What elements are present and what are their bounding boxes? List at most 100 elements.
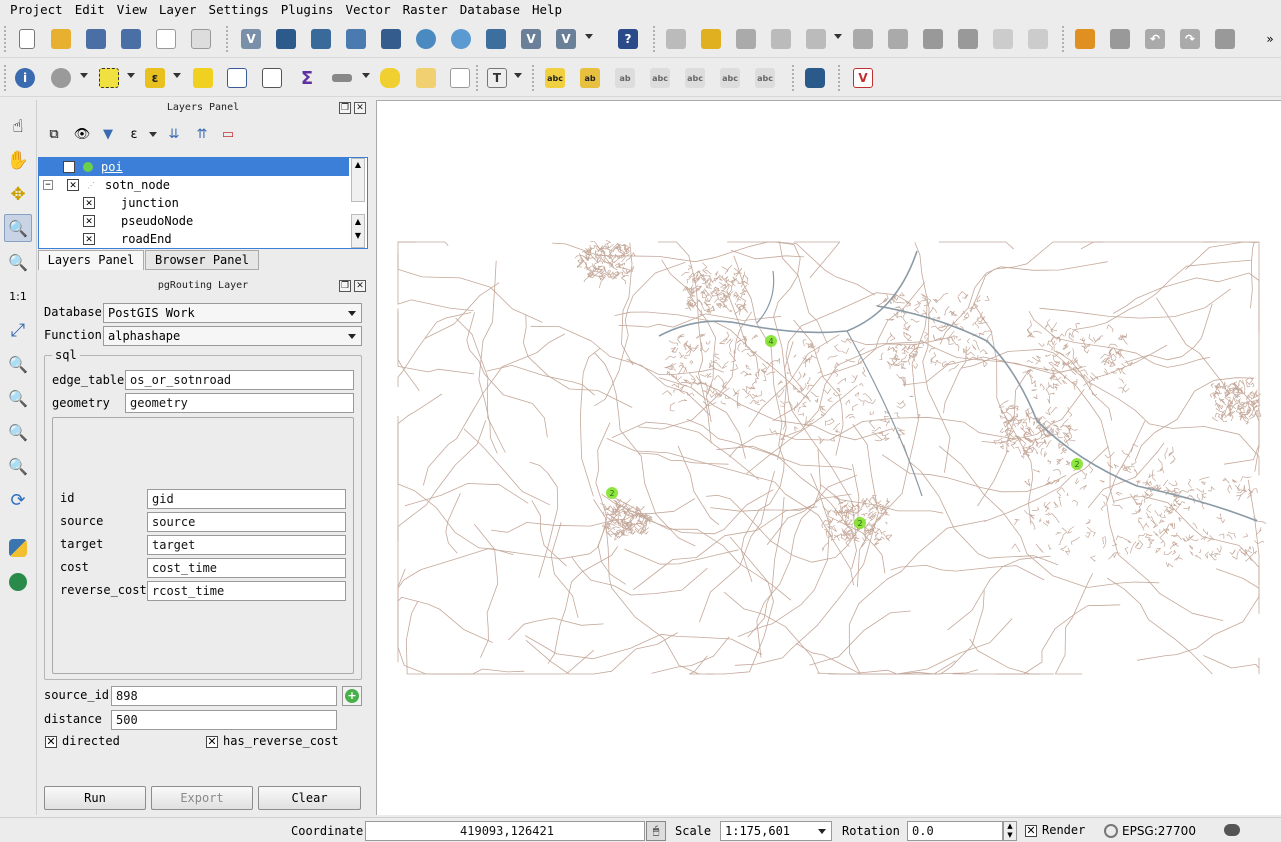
- category-row-roadend[interactable]: ✕ roadEnd: [39, 230, 349, 248]
- measure-line-button[interactable]: [329, 65, 355, 91]
- menu-vector[interactable]: Vector: [339, 1, 396, 19]
- layer-visibility-checkbox[interactable]: ✕: [63, 161, 75, 173]
- toolbar-grip[interactable]: [476, 65, 480, 91]
- pan-hand-edit-button[interactable]: [1107, 26, 1133, 52]
- add-raster-layer-button[interactable]: [273, 26, 299, 52]
- layer-labeling-button[interactable]: abc: [542, 65, 568, 91]
- zoom-native-button[interactable]: 1:1: [4, 282, 32, 310]
- source-input[interactable]: source: [147, 512, 346, 532]
- toolbar-grip[interactable]: [838, 65, 842, 91]
- pgrouting-plugin-button[interactable]: V: [850, 65, 876, 91]
- database-select[interactable]: PostGIS Work: [103, 303, 362, 323]
- toolbar-grip[interactable]: [1062, 26, 1066, 52]
- add-feature-button[interactable]: [768, 26, 794, 52]
- db-manager-button[interactable]: [802, 65, 828, 91]
- copy-features-button[interactable]: [990, 26, 1016, 52]
- zoom-full-button[interactable]: ⤢: [4, 316, 32, 344]
- render-checkbox[interactable]: ✕: [1025, 825, 1037, 837]
- select-by-expression-button[interactable]: ε: [142, 65, 168, 91]
- change-label-button[interactable]: abc: [752, 65, 778, 91]
- pick-source-id-button[interactable]: +: [342, 686, 362, 706]
- toggle-editing-button[interactable]: [698, 26, 724, 52]
- scale-select[interactable]: 1:175,601: [720, 821, 832, 841]
- python-console-button[interactable]: [4, 534, 32, 562]
- tree-scrollbar-top[interactable]: ▲: [351, 158, 365, 202]
- cost-input[interactable]: cost_time: [147, 558, 346, 578]
- category-checkbox[interactable]: ✕: [83, 215, 95, 227]
- add-spatialite-layer-button[interactable]: [343, 26, 369, 52]
- pan-to-selection-button[interactable]: ✥: [4, 180, 32, 208]
- touch-zoom-button[interactable]: ☝: [4, 112, 32, 140]
- node-tool-dropdown[interactable]: [834, 34, 842, 39]
- redo-button[interactable]: ↷: [1177, 26, 1203, 52]
- toolbar-grip[interactable]: [4, 65, 8, 91]
- save-as-button[interactable]: [118, 26, 144, 52]
- reverse-cost-input[interactable]: rcost_time: [147, 581, 346, 601]
- open-project-button[interactable]: [48, 26, 74, 52]
- text-annotation-button[interactable]: T: [484, 65, 510, 91]
- layer-row-sotn-node[interactable]: − ✕ ⋰ sotn_node: [39, 176, 349, 194]
- new-project-button[interactable]: [14, 26, 40, 52]
- action-dropdown[interactable]: [80, 73, 88, 78]
- filter-expression-button[interactable]: ε: [124, 124, 144, 144]
- zoom-in-button[interactable]: 🔍: [4, 214, 32, 242]
- export-button[interactable]: Export: [151, 786, 253, 810]
- rotation-stepper[interactable]: ▲ ▼: [1003, 821, 1017, 841]
- annotation-dropdown[interactable]: [514, 73, 522, 78]
- menu-edit[interactable]: Edit: [69, 1, 111, 19]
- zoom-to-layer-button[interactable]: 🔍: [4, 384, 32, 412]
- float-panel-button[interactable]: ❐: [339, 280, 351, 292]
- menu-settings[interactable]: Settings: [203, 1, 275, 19]
- statistics-button[interactable]: Σ: [294, 65, 320, 91]
- coordinate-field[interactable]: 419093,126421: [365, 821, 645, 841]
- map-tips-button[interactable]: [377, 65, 403, 91]
- toolbar-grip[interactable]: [226, 26, 230, 52]
- rotate-label-button[interactable]: abc: [717, 65, 743, 91]
- zoom-last-button[interactable]: 🔍: [4, 418, 32, 446]
- new-print-composer-button[interactable]: [153, 26, 179, 52]
- menu-database[interactable]: Database: [454, 1, 526, 19]
- toolbar-grip[interactable]: [532, 65, 536, 91]
- edge-table-input[interactable]: os_or_sotnroad: [125, 370, 354, 390]
- category-checkbox[interactable]: ✕: [83, 197, 95, 209]
- expand-all-button[interactable]: ⇊: [164, 124, 184, 144]
- category-row-pseudonode[interactable]: ✕ pseudoNode: [39, 212, 349, 230]
- toolbar-grip[interactable]: [4, 26, 8, 52]
- id-input[interactable]: gid: [147, 489, 346, 509]
- add-wcs-layer-button[interactable]: [448, 26, 474, 52]
- node-tool-button[interactable]: [850, 26, 876, 52]
- map-canvas[interactable]: 4 2 2 2: [376, 100, 1281, 815]
- filter-expression-dropdown[interactable]: [149, 132, 157, 137]
- tab-browser-panel[interactable]: Browser Panel: [145, 250, 259, 270]
- highlight-pinned-labels-button[interactable]: ab: [612, 65, 638, 91]
- delete-part-button[interactable]: [885, 26, 911, 52]
- geometry-input[interactable]: geometry: [125, 393, 354, 413]
- move-label-button[interactable]: abc: [682, 65, 708, 91]
- menu-plugins[interactable]: Plugins: [275, 1, 340, 19]
- crs-status[interactable]: EPSG:27700: [1122, 824, 1196, 838]
- run-action-button[interactable]: [48, 65, 74, 91]
- target-input[interactable]: target: [147, 535, 346, 555]
- has-reverse-cost-checkbox[interactable]: ✕: [206, 736, 218, 748]
- category-row-junction[interactable]: ✕ junction: [39, 194, 349, 212]
- current-edits-button[interactable]: [663, 26, 689, 52]
- zoom-to-selection-button[interactable]: 🔍: [4, 350, 32, 378]
- menu-view[interactable]: View: [111, 1, 153, 19]
- new-layer-button[interactable]: V: [553, 26, 579, 52]
- add-vector-layer-button[interactable]: V: [238, 26, 264, 52]
- paste-features-button[interactable]: [1025, 26, 1051, 52]
- function-select[interactable]: alphashape: [103, 326, 362, 346]
- measure-angle-button[interactable]: [1072, 26, 1098, 52]
- clear-button[interactable]: Clear: [258, 786, 361, 810]
- undo-button[interactable]: ↶: [1142, 26, 1168, 52]
- deselect-all-button[interactable]: [190, 65, 216, 91]
- identify-features-button[interactable]: i: [12, 65, 38, 91]
- delete-selected-button[interactable]: [920, 26, 946, 52]
- add-postgis-layer-button[interactable]: [308, 26, 334, 52]
- composer-manager-button[interactable]: [188, 26, 214, 52]
- remove-layer-button[interactable]: ▭: [218, 124, 238, 144]
- cut-features-button[interactable]: [955, 26, 981, 52]
- menu-help[interactable]: Help: [526, 1, 568, 19]
- collapse-toggle-icon[interactable]: −: [43, 180, 53, 190]
- toggle-extents-button[interactable]: 🖱: [646, 821, 666, 841]
